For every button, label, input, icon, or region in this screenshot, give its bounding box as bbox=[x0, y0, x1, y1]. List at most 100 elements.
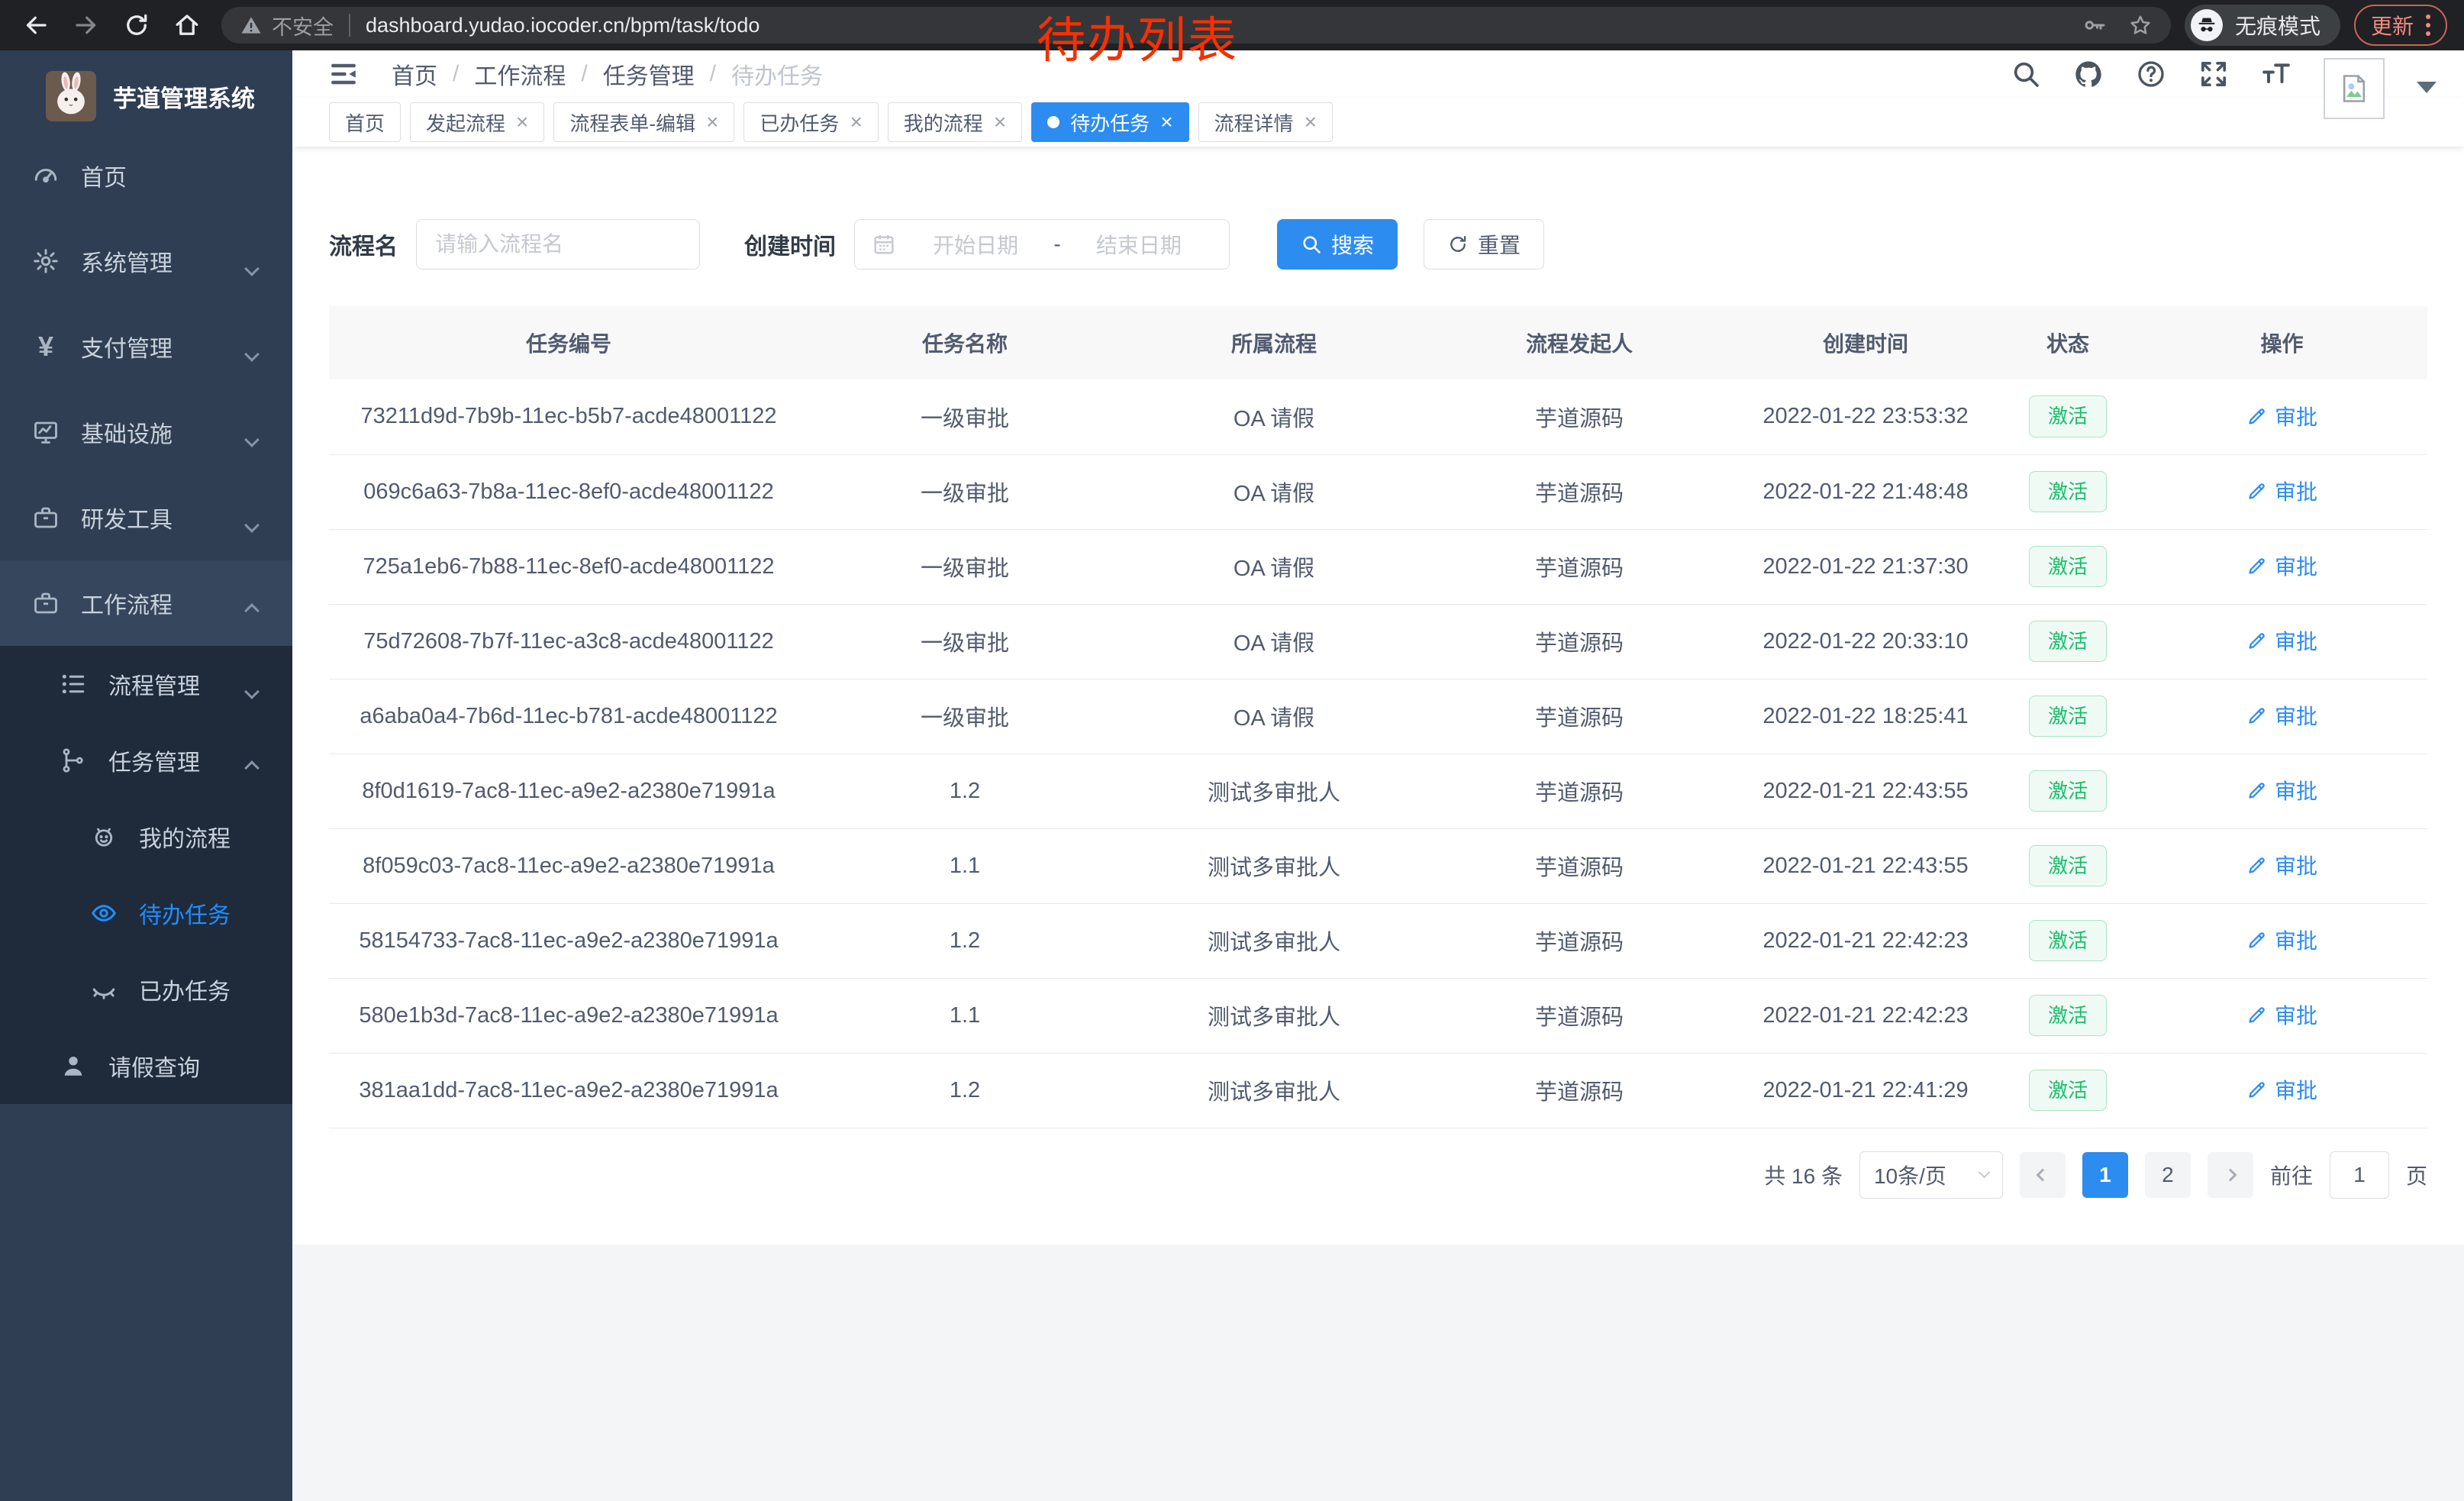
app-logo[interactable]: 芋道管理系统 bbox=[0, 50, 292, 133]
avatar-caret-icon[interactable] bbox=[2417, 82, 2437, 93]
app-title: 芋道管理系统 bbox=[113, 79, 255, 114]
url-bar[interactable]: 不安全 dashboard.yudao.iocoder.cn/bpm/task/… bbox=[221, 7, 2171, 44]
prev-page-button[interactable] bbox=[2020, 1152, 2066, 1198]
edit-pencil-icon bbox=[2246, 481, 2267, 502]
browser-home-icon[interactable] bbox=[166, 5, 208, 46]
tab[interactable]: 待办任务 × bbox=[1031, 102, 1188, 142]
pagination: 共 16 条 10条/页 12 前往 页 bbox=[329, 1151, 2427, 1199]
approve-link[interactable]: 审批 bbox=[2246, 700, 2317, 731]
tab-label: 流程表单-编辑 bbox=[569, 108, 695, 137]
chevron-left-icon bbox=[2036, 1168, 2049, 1181]
collapse-sidebar-icon[interactable] bbox=[327, 58, 360, 90]
date-range-picker[interactable]: 开始日期 - 结束日期 bbox=[854, 219, 1230, 270]
tab-close-icon[interactable]: × bbox=[1305, 111, 1317, 133]
search-icon[interactable] bbox=[2011, 59, 2041, 89]
start-date-placeholder[interactable]: 开始日期 bbox=[902, 229, 1049, 260]
process-name-input[interactable] bbox=[416, 219, 700, 270]
edit-pencil-icon bbox=[2246, 556, 2267, 576]
column-header: 流程发起人 bbox=[1427, 306, 1732, 379]
sidebar-item-todo-tasks[interactable]: 待办任务 bbox=[0, 875, 292, 951]
cell-task-name: 1.1 bbox=[808, 978, 1121, 1053]
tab-close-icon[interactable]: × bbox=[850, 111, 862, 133]
approve-link[interactable]: 审批 bbox=[2246, 925, 2317, 955]
tab-close-icon[interactable]: × bbox=[1160, 111, 1172, 133]
fullscreen-icon[interactable] bbox=[2198, 59, 2229, 89]
bookmark-star-icon[interactable] bbox=[2128, 13, 2153, 37]
sidebar-item-label: 我的流程 bbox=[139, 820, 231, 854]
tab-label: 首页 bbox=[345, 108, 385, 137]
sidebar-menu: 首页 系统管理 ¥ 支付管理 基础设施 研发工具 bbox=[0, 133, 292, 1104]
goto-page-input[interactable] bbox=[2330, 1151, 2389, 1199]
end-date-placeholder[interactable]: 结束日期 bbox=[1066, 229, 1212, 260]
breadcrumb-item[interactable]: 首页 bbox=[392, 57, 437, 91]
sidebar-item-done-tasks[interactable]: 已办任务 bbox=[0, 951, 292, 1028]
page-button[interactable]: 1 bbox=[2082, 1152, 2128, 1198]
update-label: 更新 bbox=[2371, 10, 2414, 40]
approve-link[interactable]: 审批 bbox=[2246, 850, 2317, 880]
sidebar-item-home[interactable]: 首页 bbox=[0, 133, 292, 218]
cell-process: OA 请假 bbox=[1121, 679, 1427, 754]
approve-link[interactable]: 审批 bbox=[2246, 625, 2317, 656]
sidebar-item-payment[interactable]: ¥ 支付管理 bbox=[0, 304, 292, 389]
cell-starter: 芋道源码 bbox=[1427, 454, 1732, 529]
tab-close-icon[interactable]: × bbox=[994, 111, 1006, 133]
approve-link[interactable]: 审批 bbox=[2246, 775, 2317, 805]
tab-close-icon[interactable]: × bbox=[516, 111, 528, 133]
help-icon[interactable] bbox=[2136, 59, 2166, 89]
cell-task-name: 一级审批 bbox=[808, 379, 1121, 454]
approve-link[interactable]: 审批 bbox=[2246, 401, 2317, 431]
tab[interactable]: 流程表单-编辑 × bbox=[553, 102, 734, 142]
sidebar-item-leave-query[interactable]: 请假查询 bbox=[0, 1028, 292, 1104]
approve-link[interactable]: 审批 bbox=[2246, 1074, 2317, 1105]
sidebar-item-label: 研发工具 bbox=[81, 501, 173, 534]
sidebar-item-my-process[interactable]: 我的流程 bbox=[0, 799, 292, 875]
tab-close-icon[interactable]: × bbox=[706, 111, 718, 133]
edit-pencil-icon bbox=[2246, 631, 2267, 651]
sidebar-item-task-management[interactable]: 任务管理 bbox=[0, 722, 292, 799]
approve-link[interactable]: 审批 bbox=[2246, 550, 2317, 581]
cell-task-name: 一级审批 bbox=[808, 529, 1121, 604]
tab-label: 待办任务 bbox=[1070, 108, 1150, 137]
password-key-icon[interactable] bbox=[2082, 13, 2107, 37]
tab[interactable]: 流程详情 × bbox=[1198, 102, 1333, 142]
tab[interactable]: 我的流程 × bbox=[888, 102, 1022, 142]
next-page-button[interactable] bbox=[2208, 1152, 2253, 1198]
github-icon[interactable] bbox=[2073, 59, 2104, 89]
avatar[interactable] bbox=[2324, 58, 2385, 119]
page-size-select[interactable]: 10条/页 bbox=[1859, 1151, 2003, 1199]
table-row: 8f0d1619-7ac8-11ec-a9e2-a2380e71991a 1.2… bbox=[329, 754, 2427, 828]
browser-forward-icon[interactable] bbox=[66, 5, 107, 46]
tab[interactable]: 首页 bbox=[329, 102, 401, 142]
status-badge: 激活 bbox=[2029, 696, 2107, 738]
tab[interactable]: 发起流程 × bbox=[410, 102, 544, 142]
approve-link[interactable]: 审批 bbox=[2246, 999, 2317, 1030]
url-text[interactable]: dashboard.yudao.iocoder.cn/bpm/task/todo bbox=[366, 14, 760, 37]
search-button[interactable]: 搜索 bbox=[1277, 219, 1398, 270]
sidebar: 芋道管理系统 首页 系统管理 ¥ 支付管理 基础设施 bbox=[0, 50, 292, 1501]
sidebar-item-system[interactable]: 系统管理 bbox=[0, 218, 292, 304]
incognito-badge: 无痕模式 bbox=[2185, 5, 2340, 46]
sidebar-item-infrastructure[interactable]: 基础设施 bbox=[0, 389, 292, 475]
sidebar-item-process-management[interactable]: 流程管理 bbox=[0, 646, 292, 722]
cell-task-id: 8f0d1619-7ac8-11ec-a9e2-a2380e71991a bbox=[329, 754, 808, 828]
browser-menu-dots-icon[interactable] bbox=[2426, 15, 2430, 36]
font-size-icon[interactable] bbox=[2261, 59, 2291, 89]
sidebar-item-devtools[interactable]: 研发工具 bbox=[0, 475, 292, 560]
edit-pencil-icon bbox=[2246, 1080, 2267, 1100]
tab[interactable]: 已办任务 × bbox=[743, 102, 878, 142]
browser-update-button[interactable]: 更新 bbox=[2354, 5, 2447, 46]
cell-process: OA 请假 bbox=[1121, 454, 1427, 529]
security-label: 不安全 bbox=[272, 11, 334, 40]
cell-task-name: 1.2 bbox=[808, 903, 1121, 978]
browser-reload-icon[interactable] bbox=[116, 5, 157, 46]
approve-link[interactable]: 审批 bbox=[2246, 476, 2317, 506]
page-button[interactable]: 2 bbox=[2145, 1152, 2191, 1198]
reset-button[interactable]: 重置 bbox=[1424, 219, 1544, 270]
breadcrumb-item[interactable]: 任务管理 bbox=[603, 57, 695, 91]
status-badge: 激活 bbox=[2029, 995, 2107, 1037]
breadcrumb-item[interactable]: 工作流程 bbox=[474, 57, 566, 91]
browser-back-icon[interactable] bbox=[15, 5, 56, 46]
sidebar-item-workflow[interactable]: 工作流程 bbox=[0, 560, 292, 646]
cell-task-name: 1.1 bbox=[808, 828, 1121, 903]
edit-pencil-icon bbox=[2246, 930, 2267, 951]
